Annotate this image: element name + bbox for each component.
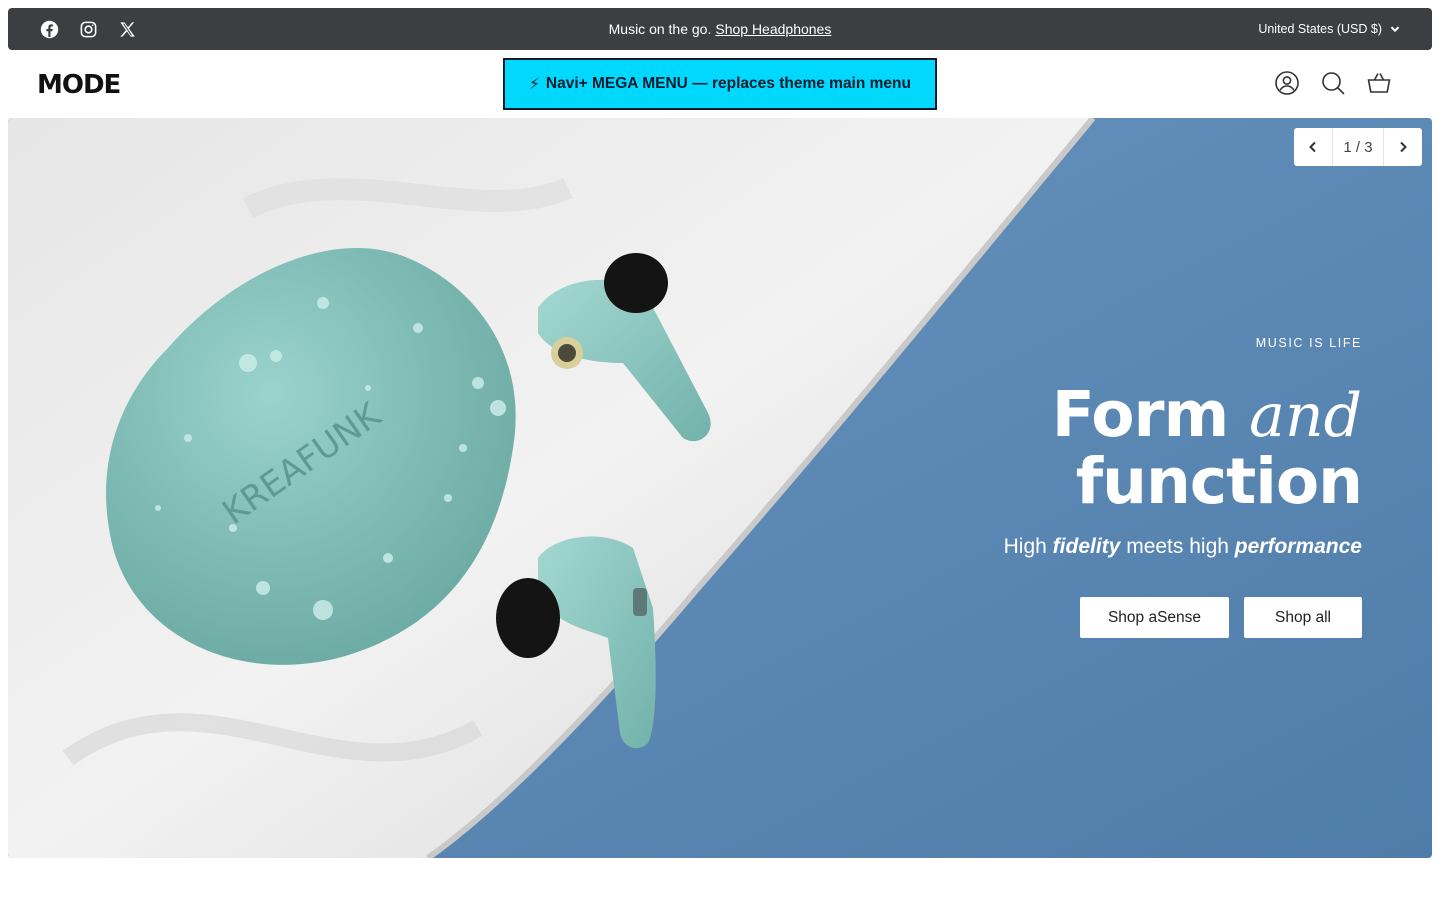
slide-counter: 1 / 3 <box>1332 128 1384 166</box>
x-icon[interactable] <box>118 20 137 39</box>
announcement-bar: Music on the go. Shop Headphones United … <box>8 8 1432 50</box>
subhead-text-1: High <box>1003 535 1047 558</box>
hero-headline: Form and function <box>1004 381 1363 518</box>
mega-menu-button[interactable]: ⚡ Navi+ MEGA MENU — replaces theme main … <box>503 58 937 110</box>
lightning-icon: ⚡ <box>529 75 540 93</box>
next-slide-button[interactable] <box>1384 128 1422 166</box>
hero-content: MUSIC IS LIFE Form and function High fid… <box>1004 336 1363 638</box>
hero-eyebrow: MUSIC IS LIFE <box>1255 336 1362 350</box>
headline-word-and: and <box>1249 381 1362 451</box>
subhead-emphasis-1: fidelity <box>1052 535 1121 558</box>
announcement-message: Music on the go. Shop Headphones <box>8 8 1432 50</box>
instagram-icon[interactable] <box>79 20 98 39</box>
slideshow-controls: 1 / 3 <box>1294 128 1422 166</box>
shop-headphones-link[interactable]: Shop Headphones <box>715 21 831 37</box>
chevron-right-icon <box>1400 141 1407 153</box>
subhead-text-2: meets high <box>1126 535 1229 558</box>
site-header: MODE ⚡ Navi+ MEGA MENU — replaces theme … <box>0 50 1440 118</box>
shop-asense-button[interactable]: Shop aSense <box>1080 597 1229 638</box>
headline-word-function: function <box>1075 445 1363 518</box>
social-links <box>40 8 137 50</box>
subhead-emphasis-2: performance <box>1234 535 1362 558</box>
shop-all-button[interactable]: Shop all <box>1244 597 1362 638</box>
currency-label: United States (USD $) <box>1258 22 1382 36</box>
chevron-down-icon <box>1390 26 1400 33</box>
search-icon[interactable] <box>1320 70 1346 96</box>
store-logo[interactable]: MODE <box>37 70 121 100</box>
cart-icon[interactable] <box>1366 70 1392 96</box>
hero-subheading: High fidelity meets high performance <box>1004 535 1362 559</box>
announcement-text: Music on the go. <box>608 21 712 37</box>
currency-selector[interactable]: United States (USD $) <box>1258 8 1400 50</box>
facebook-icon[interactable] <box>40 20 59 39</box>
header-actions <box>1274 70 1392 96</box>
mega-menu-label: Navi+ MEGA MENU — replaces theme main me… <box>545 75 911 92</box>
previous-slide-button[interactable] <box>1294 128 1332 166</box>
hero-slideshow: KREAFUNK 1 / 3 MUSIC IS LIFE Form and fu… <box>8 118 1432 858</box>
headline-word-form: Form <box>1051 378 1229 451</box>
chevron-left-icon <box>1309 141 1316 153</box>
account-icon[interactable] <box>1274 70 1300 96</box>
hero-buttons: Shop aSense Shop all <box>1004 597 1362 638</box>
